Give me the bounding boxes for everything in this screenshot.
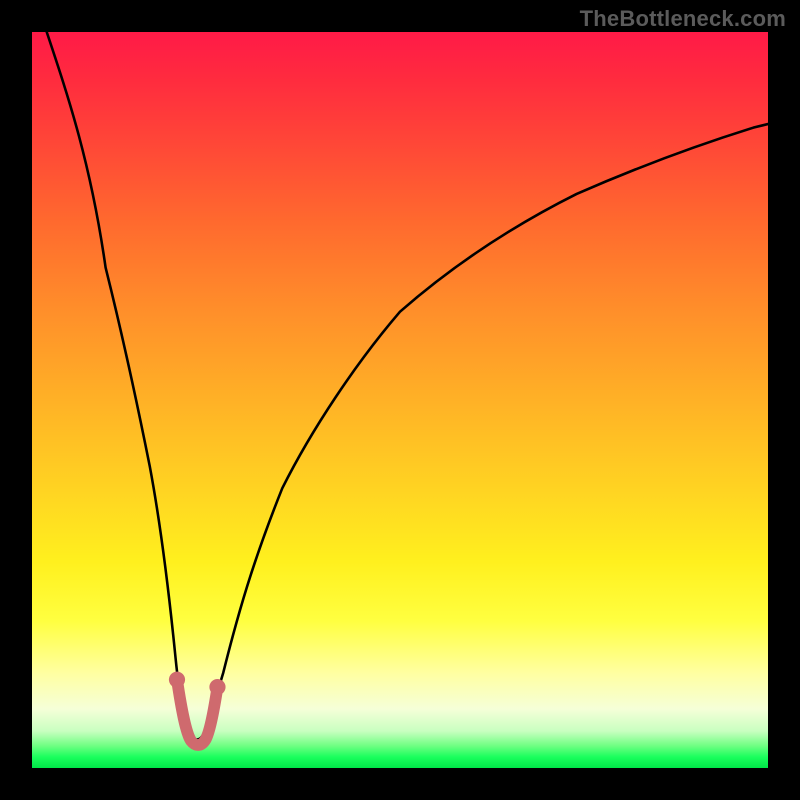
watermark-text: TheBottleneck.com <box>580 6 786 32</box>
highlighted-optimum <box>169 672 226 745</box>
chart-frame: TheBottleneck.com <box>0 0 800 800</box>
curve-layer <box>32 32 768 768</box>
bottleneck-curve <box>47 32 768 740</box>
plot-area <box>32 32 768 768</box>
